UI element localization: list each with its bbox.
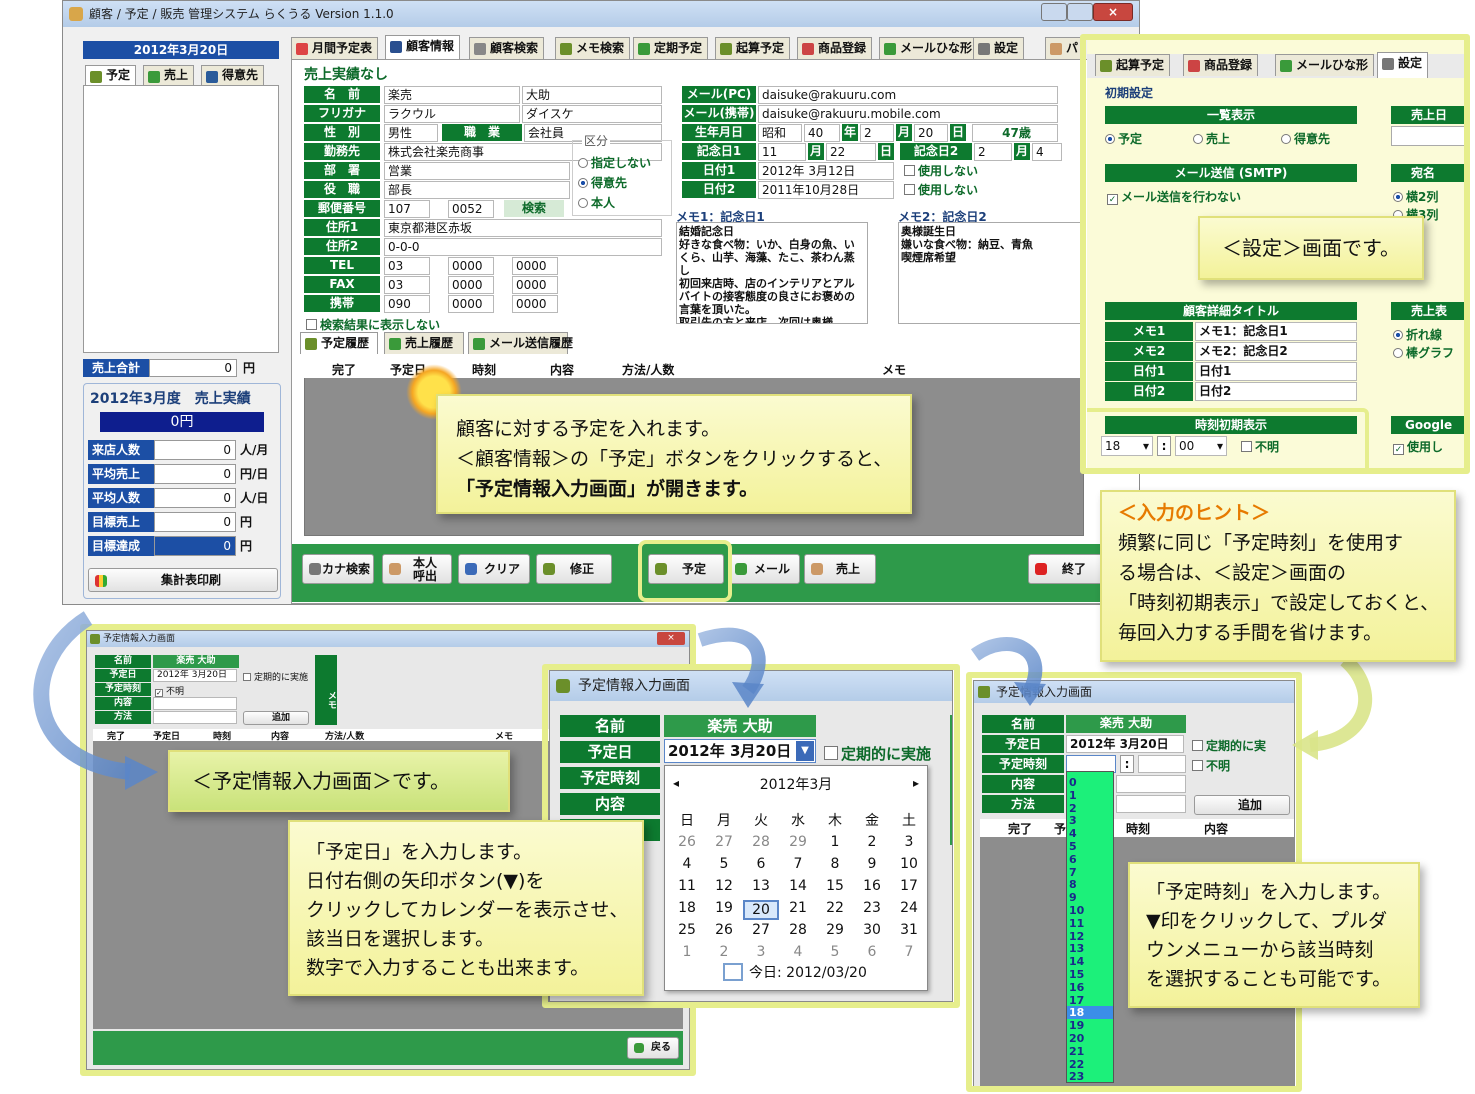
callout-hint: ＜入力のヒント＞ 頻繁に同じ「予定時刻」を使用す る場合は、＜設定＞画面の 「時…	[1100, 490, 1456, 662]
arrow-hint	[1309, 654, 1373, 752]
callout-entry: ＜予定情報入力画面＞です。	[168, 750, 510, 812]
arrow-head-hint	[1292, 730, 1318, 760]
callout-date: 「予定日」を入力します。 日付右側の矢印ボタン(▼)を クリックしてカレンダーを…	[288, 820, 644, 996]
callout-settings: ＜設定＞画面です。	[1198, 216, 1424, 280]
arrow-to-calendar	[697, 627, 766, 695]
callout-schedule: 顧客に対する予定を入れます。 ＜顧客情報＞の「予定」ボタンをクリックすると、 「…	[436, 394, 912, 514]
arrow-head-calendar	[732, 682, 764, 708]
callout-time: 「予定時刻」を入力します。 ▼印をクリックして、プルダ ウンメニューから該当時刻…	[1128, 862, 1420, 1008]
arrow-head-small	[125, 756, 158, 790]
arrow-to-small-entry	[33, 611, 131, 780]
yoteibutton-highlight	[638, 540, 732, 602]
arrow-head-time	[1014, 682, 1046, 706]
